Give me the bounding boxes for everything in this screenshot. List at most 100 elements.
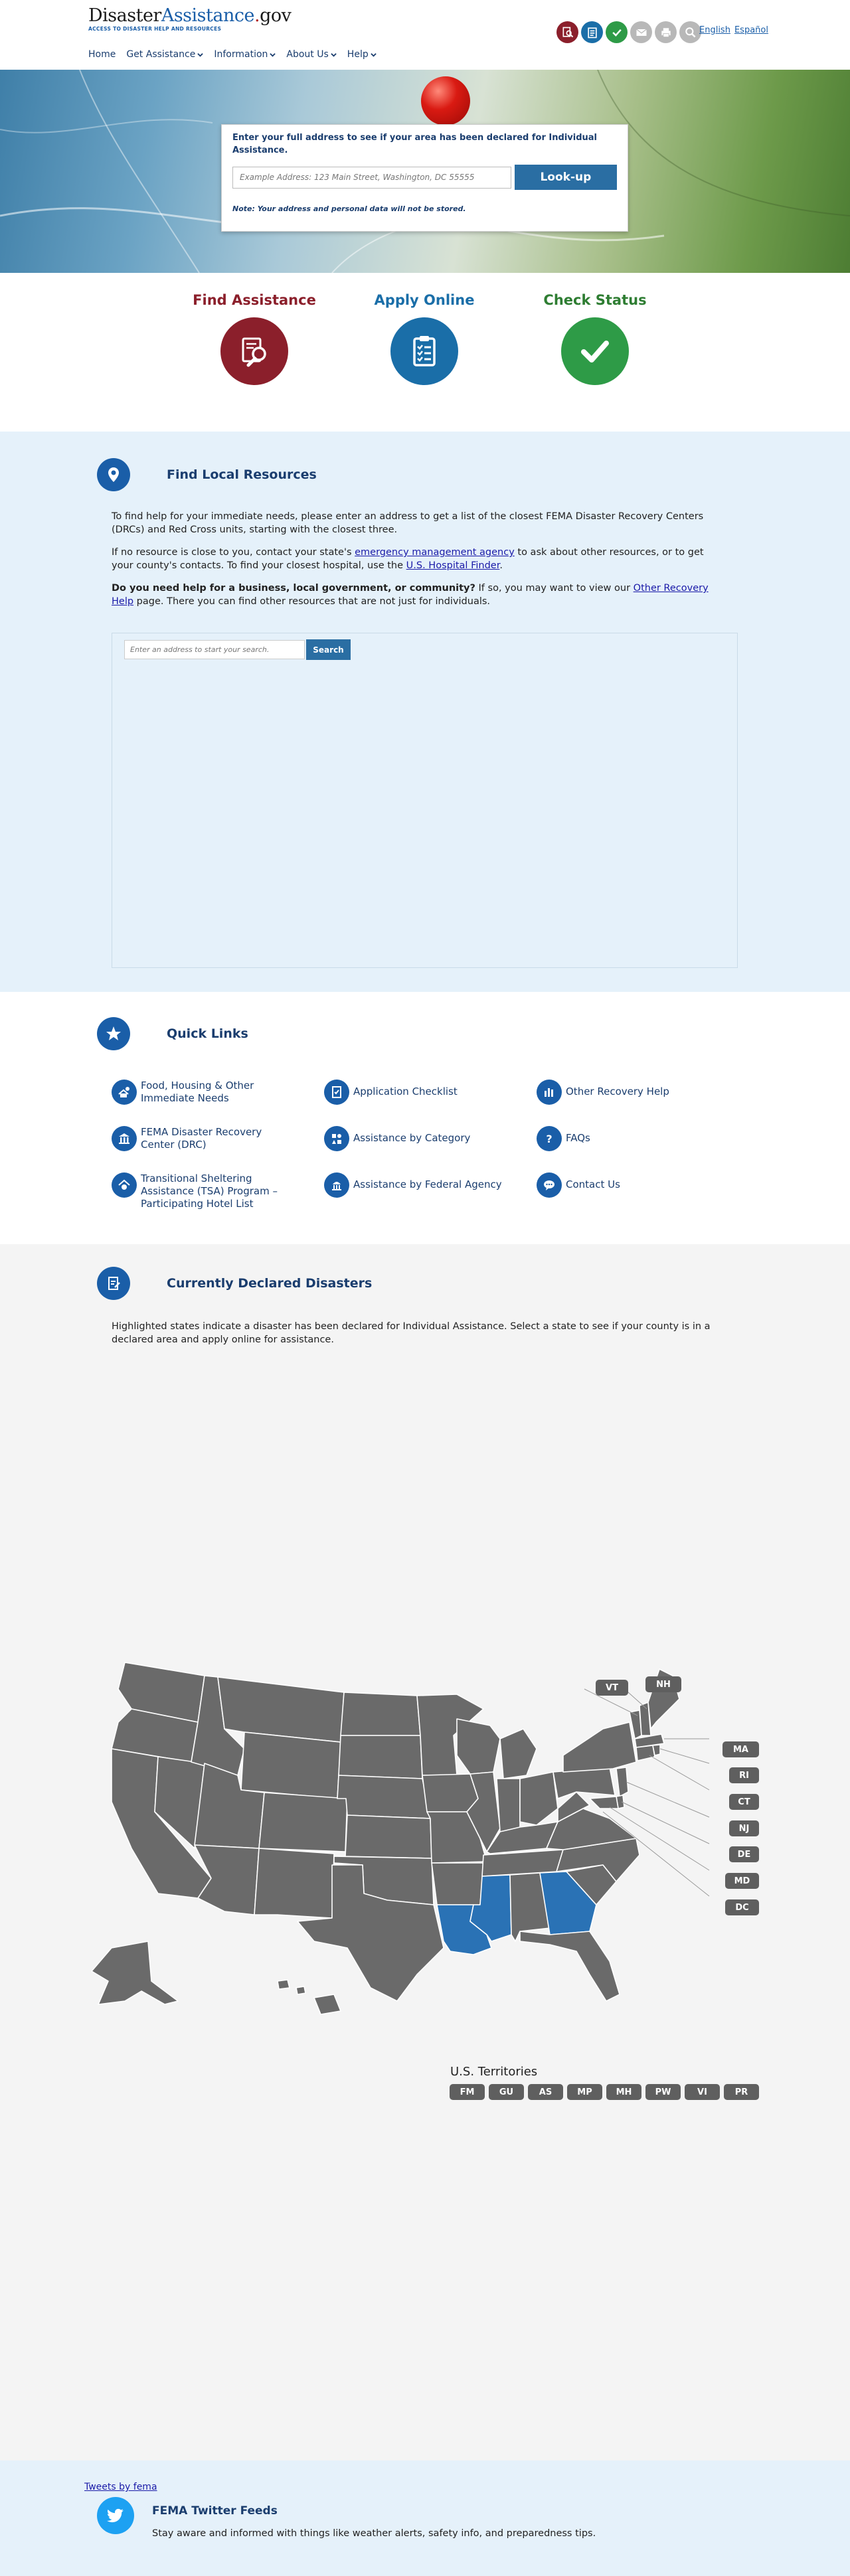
checklist-icon	[324, 1080, 349, 1105]
contact-icon	[537, 1172, 562, 1198]
state-ct	[636, 1745, 655, 1761]
declared-disasters-section: Currently Declared Disasters Highlighted…	[0, 1244, 850, 2460]
state-oh	[519, 1771, 558, 1826]
state-hi	[277, 1979, 290, 1990]
quick-link-food-housing[interactable]: Food, Housing & Other Immediate Needs	[112, 1080, 298, 1105]
state-hi-3	[313, 1994, 341, 2015]
territory-badge-pw[interactable]: PW	[645, 2084, 681, 2100]
territory-badge-as[interactable]: AS	[528, 2084, 563, 2100]
nav-about-us[interactable]: About Us	[286, 49, 337, 60]
state-hi-2	[296, 1986, 306, 1995]
tweets-by-fema-link[interactable]: Tweets by fema	[84, 2482, 157, 2492]
resource-address-input[interactable]: Enter an address to start your search.	[124, 640, 305, 659]
twitter-feeds-text: Stay aware and informed with things like…	[152, 2528, 596, 2539]
territory-badge-pr[interactable]: PR	[724, 2084, 759, 2100]
state-badge-ct[interactable]: CT	[729, 1794, 759, 1810]
find-assistance-action[interactable]: Find Assistance	[181, 292, 327, 385]
find-assistance-icon[interactable]	[556, 21, 578, 43]
logo-wordmark: DisasterAssistance.gov	[88, 5, 292, 26]
hospital-finder-link[interactable]: U.S. Hospital Finder	[406, 560, 500, 571]
quick-link-tsa-hotel-list[interactable]: Transitional Sheltering Assistance (TSA)…	[112, 1172, 298, 1210]
local-business-paragraph: Do you need help for a business, local g…	[112, 583, 709, 607]
resource-search-button[interactable]: Search	[306, 639, 351, 660]
state-nd	[340, 1692, 421, 1736]
state-badge-de[interactable]: DE	[729, 1846, 759, 1862]
quick-link-drc[interactable]: FEMA Disaster Recovery Center (DRC)	[112, 1126, 298, 1151]
check-status-action[interactable]: Check Status	[522, 292, 668, 385]
quick-link-other-recovery-help[interactable]: Other Recovery Help	[537, 1080, 722, 1105]
apply-online-icon[interactable]	[390, 317, 458, 385]
state-badge-vt[interactable]: VT	[596, 1680, 628, 1696]
lang-english-link[interactable]: English	[699, 25, 730, 35]
territory-badge-fm[interactable]: FM	[450, 2084, 485, 2100]
hero-banner: Enter your full address to see if your a…	[0, 70, 850, 273]
quick-link-federal-agency[interactable]: Assistance by Federal Agency	[324, 1172, 510, 1198]
quick-link-assistance-by-category[interactable]: Assistance by Category	[324, 1126, 510, 1151]
state-wy	[240, 1731, 341, 1799]
quick-link-application-checklist[interactable]: Application Checklist	[324, 1080, 510, 1105]
territory-badge-mh[interactable]: MH	[606, 2084, 641, 2100]
twitter-feeds-title: FEMA Twitter Feeds	[152, 2504, 278, 2518]
us-disaster-map[interactable]	[85, 1649, 769, 2021]
quick-link-contact-us[interactable]: Contact Us	[537, 1172, 722, 1198]
territory-badge-gu[interactable]: GU	[489, 2084, 524, 2100]
site-logo[interactable]: DisasterAssistance.gov ACCESS TO DISASTE…	[88, 5, 292, 32]
svg-text:?: ?	[546, 1133, 552, 1145]
language-links: English Español	[699, 25, 772, 35]
quick-link-faqs[interactable]: ? FAQs	[537, 1126, 722, 1151]
address-input[interactable]: Example Address: 123 Main Street, Washin…	[232, 166, 511, 189]
declared-disasters-title: Currently Declared Disasters	[167, 1276, 373, 1291]
nav-home[interactable]: Home	[88, 49, 116, 60]
chevron-down-icon	[197, 52, 204, 57]
print-icon[interactable]	[655, 21, 677, 43]
local-resources-text: To find help for your immediate needs, p…	[112, 510, 728, 617]
privacy-note: Note: Your address and personal data wil…	[232, 204, 466, 213]
apply-online-label: Apply Online	[374, 292, 475, 308]
declared-disasters-text: Highlighted states indicate a disaster h…	[112, 1321, 711, 1345]
state-badge-ri[interactable]: RI	[729, 1767, 759, 1783]
state-co	[258, 1792, 348, 1852]
find-assistance-label: Find Assistance	[193, 292, 316, 308]
twitter-section: Tweets by fema FEMA Twitter Feeds Stay a…	[0, 2460, 850, 2576]
state-badge-ma[interactable]: MA	[722, 1741, 759, 1757]
federal-agency-icon	[324, 1172, 349, 1198]
apply-online-action[interactable]: Apply Online	[351, 292, 497, 385]
twitter-bird-icon	[97, 2497, 134, 2534]
find-assistance-icon[interactable]	[220, 317, 288, 385]
state-ne	[337, 1775, 431, 1819]
quick-links-section: Quick Links Food, Housing & Other Immedi…	[0, 992, 850, 1244]
local-resources-map[interactable]: Enter an address to start your search. S…	[112, 633, 738, 968]
email-icon[interactable]	[630, 21, 652, 43]
state-badge-nh[interactable]: NH	[645, 1676, 681, 1692]
state-fl	[519, 1931, 620, 2002]
state-nm	[254, 1848, 335, 1919]
address-lookup-card: Enter your full address to see if your a…	[221, 124, 628, 232]
declaration-document-icon	[97, 1267, 130, 1300]
map-pin-image	[421, 76, 470, 125]
nav-help[interactable]: Help	[347, 49, 377, 60]
local-contact-paragraph: If no resource is close to you, contact …	[112, 547, 704, 571]
state-badge-dc[interactable]: DC	[725, 1899, 759, 1915]
check-status-icon[interactable]	[561, 317, 629, 385]
territory-badge-vi[interactable]: VI	[685, 2084, 720, 2100]
nav-get-assistance[interactable]: Get Assistance	[126, 49, 204, 60]
state-badge-nj[interactable]: NJ	[729, 1820, 759, 1836]
state-mt	[217, 1676, 345, 1743]
nav-information[interactable]: Information	[214, 49, 276, 60]
state-ak	[91, 1941, 179, 2005]
recovery-help-icon	[537, 1080, 562, 1105]
state-ny	[562, 1722, 637, 1773]
emergency-management-link[interactable]: emergency management agency	[355, 547, 515, 558]
chevron-down-icon	[331, 52, 337, 57]
lookup-button[interactable]: Look-up	[514, 165, 617, 190]
state-badge-md[interactable]: MD	[725, 1873, 759, 1889]
find-local-resources-title: Find Local Resources	[167, 467, 317, 482]
check-status-label: Check Status	[543, 292, 647, 308]
state-ar	[431, 1862, 484, 1905]
check-status-icon[interactable]	[606, 21, 628, 43]
territory-badge-mp[interactable]: MP	[567, 2084, 602, 2100]
lang-espanol-link[interactable]: Español	[734, 25, 768, 35]
header-tools	[556, 21, 701, 43]
apply-online-icon[interactable]	[581, 21, 603, 43]
search-icon[interactable]	[679, 21, 701, 43]
